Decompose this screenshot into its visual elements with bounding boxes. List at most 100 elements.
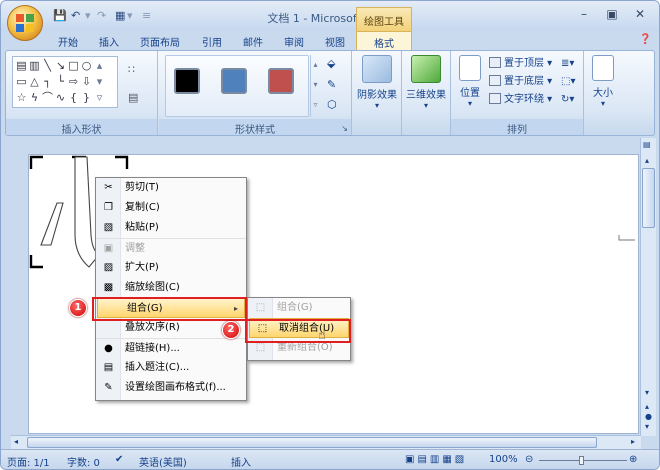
bring-to-front-button[interactable]: 置于顶层 ▾ [489, 56, 552, 71]
shadow-effect-icon [362, 55, 392, 83]
shapes-gallery[interactable]: ▤ ▥ ╲ ↘ □ ○ ▴ ▭ △ ┐ └ ⇨ ⇩ ▾ ☆ ϟ ⌒ ∿ {} … [12, 56, 118, 108]
gallery-down-icon[interactable]: ▾ [93, 74, 106, 90]
context-menu-item-8[interactable]: ● 超链接(H)... [96, 338, 246, 358]
shape-fill-icon[interactable]: ⬙ [327, 57, 335, 70]
elbow-connector-shape-icon[interactable]: ┐ [41, 74, 54, 90]
horizontal-scrollbar[interactable]: ◂ ▸ [11, 435, 641, 449]
gallery-more-icon[interactable]: ▿ [93, 90, 106, 106]
textbox-shape-icon[interactable]: ▤ [15, 58, 28, 74]
group-icon[interactable]: ⬚▾ [561, 74, 575, 89]
text-wrap-button[interactable]: 文字环绕 ▾ [489, 92, 552, 107]
zoom-out-icon[interactable]: ⊝ [525, 454, 533, 465]
send-to-back-icon [489, 75, 501, 86]
context-menu-item-1[interactable]: ❐ 复制(C) [96, 198, 246, 218]
edit-shape-icon[interactable]: ∷ [128, 63, 135, 76]
right-arrow-shape-icon[interactable]: ⇨ [67, 74, 80, 90]
rectangle-shape-icon[interactable]: □ [67, 58, 80, 74]
align-icon[interactable]: ≣▾ [561, 56, 574, 71]
menu-item-label: 粘贴(P) [125, 222, 159, 233]
context-menu-item-0[interactable]: ✂ 剪切(T) [96, 178, 246, 198]
highlight-box-group [92, 297, 247, 321]
context-menu-item-5[interactable]: ▩ 缩放绘图(C) [96, 278, 246, 298]
word-window: 💾 ↶ ▾ ↷ ▦ ▾ ≡ 文档 1 - Microsoft Word 绘图工具… [0, 0, 660, 470]
help-icon[interactable]: ❓ [639, 34, 651, 51]
triangle-shape-icon[interactable]: △ [28, 74, 41, 90]
office-button[interactable] [7, 5, 43, 41]
paste-icon: ▧ [103, 222, 114, 233]
lightning-shape-icon[interactable]: ϟ [28, 90, 41, 106]
context-menu-item-10[interactable]: ✎ 设置绘图画布格式(f)... [96, 378, 246, 398]
scroll-down-icon[interactable]: ▾ [645, 388, 649, 397]
vertical-scrollbar[interactable]: ▤ ▴ ▾ ▴ ● ▾ [640, 138, 656, 436]
language[interactable]: 英语(美国) [139, 454, 187, 469]
right-brace-shape-icon[interactable]: } [80, 90, 93, 106]
position-button[interactable]: 位置 ▾ [455, 55, 485, 108]
draw-textbox-icon[interactable]: ▤ [128, 91, 138, 104]
arrange-group: 位置 ▾ 置于顶层 ▾ 置于底层 ▾ 文字环绕 ▾ ≣▾ ⬚▾ ↻▾ 排列 [451, 51, 584, 136]
browse-object-icon[interactable]: ● [645, 412, 652, 421]
zoom-slider-thumb[interactable] [579, 456, 584, 465]
vertical-ruler [7, 138, 15, 436]
elbow-arrow-shape-icon[interactable]: └ [54, 74, 67, 90]
rotate-icon[interactable]: ↻▾ [561, 92, 574, 107]
text-wrap-icon [489, 93, 501, 104]
star-shape-icon[interactable]: ☆ [15, 90, 28, 106]
style-swatch-red[interactable] [268, 68, 294, 94]
context-menu-item-9[interactable]: ▤ 插入题注(C)... [96, 358, 246, 378]
scroll-right-icon[interactable]: ▸ [631, 437, 635, 446]
shape-styles-group: ▴ ▾ ▿ ⬙ ✎ ⬡ 形状样式 ↘ [159, 51, 352, 136]
tab-review[interactable]: 审阅 [284, 34, 304, 51]
gallery-up-icon[interactable]: ▴ [93, 58, 106, 74]
view-buttons[interactable]: ▣▤▥▦▧ [405, 454, 467, 465]
tab-mailings[interactable]: 邮件 [243, 34, 263, 51]
3d-effect-button[interactable]: 三维效果 ▾ [403, 55, 449, 110]
previous-page-icon[interactable]: ▴ [645, 402, 649, 411]
arc-shape-icon[interactable]: ⌒ [41, 90, 54, 106]
zoom-level[interactable]: 100% [489, 454, 518, 465]
scroll-left-icon[interactable]: ◂ [14, 437, 18, 446]
curve-shape-icon[interactable]: ∿ [54, 90, 67, 106]
zoom-in-icon[interactable]: ⊕ [629, 454, 637, 465]
down-arrow-shape-icon[interactable]: ⇩ [80, 74, 93, 90]
tab-page-layout[interactable]: 页面布局 [140, 34, 180, 51]
tab-view[interactable]: 视图 [325, 34, 345, 51]
shadow-effect-button[interactable]: 阴影效果 ▾ [354, 55, 400, 110]
horizontal-scroll-thumb[interactable] [27, 437, 597, 448]
menu-item-label: 组合(G) [277, 302, 313, 313]
arrow-line-shape-icon[interactable]: ↘ [54, 58, 67, 74]
left-brace-shape-icon[interactable]: { [67, 90, 80, 106]
tab-format[interactable]: 格式 [356, 31, 412, 51]
insert-mode[interactable]: 插入 [231, 454, 251, 469]
style-swatch-black[interactable] [174, 68, 200, 94]
close-button[interactable]: ✕ [627, 7, 653, 23]
context-menu-item-2[interactable]: ▧ 粘贴(P) [96, 218, 246, 238]
context-menu-item-4[interactable]: ▨ 扩大(P) [96, 258, 246, 278]
gallery-scroll[interactable]: ▴ ▾ ▿ [310, 55, 320, 117]
send-to-back-label: 置于底层 [504, 76, 544, 87]
vertical-textbox-shape-icon[interactable]: ▥ [28, 58, 41, 74]
word-count[interactable]: 字数: 0 [67, 454, 100, 469]
tab-insert[interactable]: 插入 [99, 34, 119, 51]
send-to-back-button[interactable]: 置于底层 ▾ [489, 74, 552, 89]
minimize-button[interactable]: – [571, 7, 597, 23]
oval-shape-icon[interactable]: ○ [80, 58, 93, 74]
dropdown-arrow-icon: ▾ [467, 99, 472, 108]
ruler-toggle-icon[interactable]: ▤ [643, 140, 651, 149]
vertical-scroll-thumb[interactable] [642, 168, 655, 228]
status-bar: 页面: 1/1 字数: 0 ✔ 英语(美国) 插入 ▣▤▥▦▧ 100% ⊝ ⊕ [1, 449, 659, 469]
change-shape-icon[interactable]: ⬡ [327, 98, 337, 111]
next-page-icon[interactable]: ▾ [645, 422, 649, 431]
scroll-up-icon[interactable]: ▴ [645, 156, 649, 165]
line-shape-icon[interactable]: ╲ [41, 58, 54, 74]
tab-references[interactable]: 引用 [202, 34, 222, 51]
shape-outline-icon[interactable]: ✎ [327, 78, 336, 91]
page-count[interactable]: 页面: 1/1 [7, 454, 50, 469]
position-label: 位置 [460, 88, 480, 99]
maximize-button[interactable]: ▣ [599, 7, 625, 23]
tab-home[interactable]: 开始 [58, 34, 78, 51]
rounded-rect-shape-icon[interactable]: ▭ [15, 74, 28, 90]
style-swatch-blue[interactable] [221, 68, 247, 94]
dialog-launcher-icon[interactable]: ↘ [341, 124, 348, 133]
size-button[interactable]: 大小 ▾ [586, 55, 620, 108]
proofing-icon[interactable]: ✔ [115, 454, 123, 465]
